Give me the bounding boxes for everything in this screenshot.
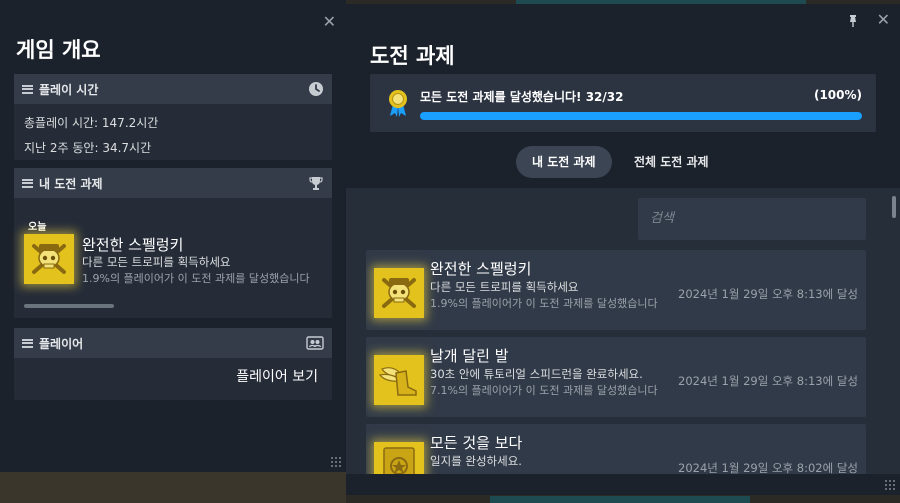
day-label: 오늘	[28, 222, 47, 233]
menu-icon	[22, 178, 33, 188]
tab-my-achievements[interactable]: 내 도전 과제	[516, 146, 612, 178]
award-ribbon-icon	[389, 90, 407, 117]
achievement-date: 2024년 1월 29일 오후 8:02에 달성	[678, 461, 858, 474]
resize-grip-icon[interactable]	[884, 479, 896, 491]
skull-crossbones-icon	[374, 268, 424, 318]
clock-icon	[309, 82, 323, 96]
journal-icon	[374, 442, 424, 474]
game-overview-panel: ✕ 게임 개요 플레이 시간 총플레이 시간: 147.2시간 지난 2주 동안…	[0, 0, 346, 472]
my-achievements-header[interactable]: 내 도전 과제	[14, 168, 332, 198]
achievement-date: 2024년 1월 29일 오후 8:13에 달성	[678, 287, 858, 301]
panel-title: 게임 개요	[16, 38, 101, 62]
achievement-row[interactable]: 모든 것을 보다 일지를 완성하세요. 2024년 1월 29일 오후 8:02…	[366, 424, 866, 474]
achievement-row[interactable]: 날개 달린 발 30초 안에 튜토리얼 스피드런을 완료하세요. 7.1%의 플…	[366, 337, 866, 417]
skull-crossbones-icon	[24, 234, 74, 284]
progress-percent: (100%)	[813, 88, 862, 102]
menu-icon	[22, 338, 33, 348]
achievement-desc: 다른 모든 트로피를 획득하세요	[82, 255, 231, 269]
my-achievements-section: 내 도전 과제 오늘 완전한 스펠렁키 다른 모든 트로피를 획득하세요 1.9…	[14, 168, 332, 318]
recent-achievement-card[interactable]: 완전한 스펠렁키 다른 모든 트로피를 획득하세요 1.9%의 플레이어가 이 …	[24, 234, 324, 285]
achievement-progress: 모든 도전 과제를 달성했습니다! 32/32 (100%)	[370, 74, 876, 132]
close-icon[interactable]: ✕	[323, 12, 336, 31]
section-label: 플레이어	[39, 336, 84, 351]
panel-title: 도전 과제	[370, 44, 455, 68]
progress-bar-fill	[420, 112, 862, 120]
menu-icon	[22, 84, 33, 94]
progress-text: 모든 도전 과제를 달성했습니다! 32/32	[420, 90, 624, 104]
players-section: 플레이어 플레이어 보기	[14, 328, 332, 400]
tab-all-achievements[interactable]: 전체 도전 과제	[618, 146, 725, 178]
search-input[interactable]	[638, 198, 866, 240]
achievement-date: 2024년 1월 29일 오후 8:13에 달성	[678, 374, 858, 388]
achievement-title: 모든 것을 보다	[430, 434, 523, 452]
horizontal-scrollbar[interactable]	[24, 304, 114, 308]
achievement-title: 완전한 스펠렁키	[82, 236, 184, 254]
achievement-title: 날개 달린 발	[430, 347, 509, 365]
players-icon	[306, 336, 324, 350]
achievement-pct: 1.9%의 플레이어가 이 도전 과제를 달성했습니다	[82, 272, 310, 285]
background-scenery	[0, 472, 346, 503]
background-strip-bottom	[490, 496, 750, 503]
achievement-title: 완전한 스펠렁키	[430, 260, 532, 278]
section-label: 내 도전 과제	[39, 176, 103, 191]
recent-playtime: 지난 2주 동안: 34.7시간	[24, 141, 152, 155]
close-icon[interactable]: ✕	[877, 10, 890, 29]
playtime-section: 플레이 시간 총플레이 시간: 147.2시간 지난 2주 동안: 34.7시간	[14, 74, 332, 160]
achievement-desc: 30초 안에 튜토리얼 스피드런을 완료하세요.	[430, 367, 643, 381]
achievement-list: 완전한 스펠렁키 다른 모든 트로피를 획득하세요 1.9%의 플레이어가 이 …	[346, 188, 900, 474]
playtime-header[interactable]: 플레이 시간	[14, 74, 332, 104]
vertical-scrollbar[interactable]	[892, 196, 896, 218]
achievement-pct: 7.1%의 플레이어가 이 도전 과제를 달성했습니다	[430, 384, 658, 397]
achievement-desc: 다른 모든 트로피를 획득하세요	[430, 280, 579, 294]
players-header[interactable]: 플레이어	[14, 328, 332, 358]
achievements-panel: ✕ 도전 과제 모든 도전 과제를 달성했습니다! 32/32 (100%) 내…	[346, 4, 900, 495]
section-label: 플레이 시간	[39, 82, 99, 97]
resize-grip-icon[interactable]	[330, 456, 342, 468]
trophy-icon	[309, 177, 323, 190]
total-playtime: 총플레이 시간: 147.2시간	[24, 116, 159, 130]
pin-icon[interactable]	[846, 14, 860, 28]
achievement-pct: 1.9%의 플레이어가 이 도전 과제를 달성했습니다	[430, 297, 658, 310]
view-players-button[interactable]: 플레이어 보기	[236, 366, 318, 386]
progress-bar-track	[420, 112, 862, 120]
winged-boot-icon	[374, 355, 424, 405]
achievement-row[interactable]: 완전한 스펠렁키 다른 모든 트로피를 획득하세요 1.9%의 플레이어가 이 …	[366, 250, 866, 330]
achievement-desc: 일지를 완성하세요.	[430, 454, 522, 468]
